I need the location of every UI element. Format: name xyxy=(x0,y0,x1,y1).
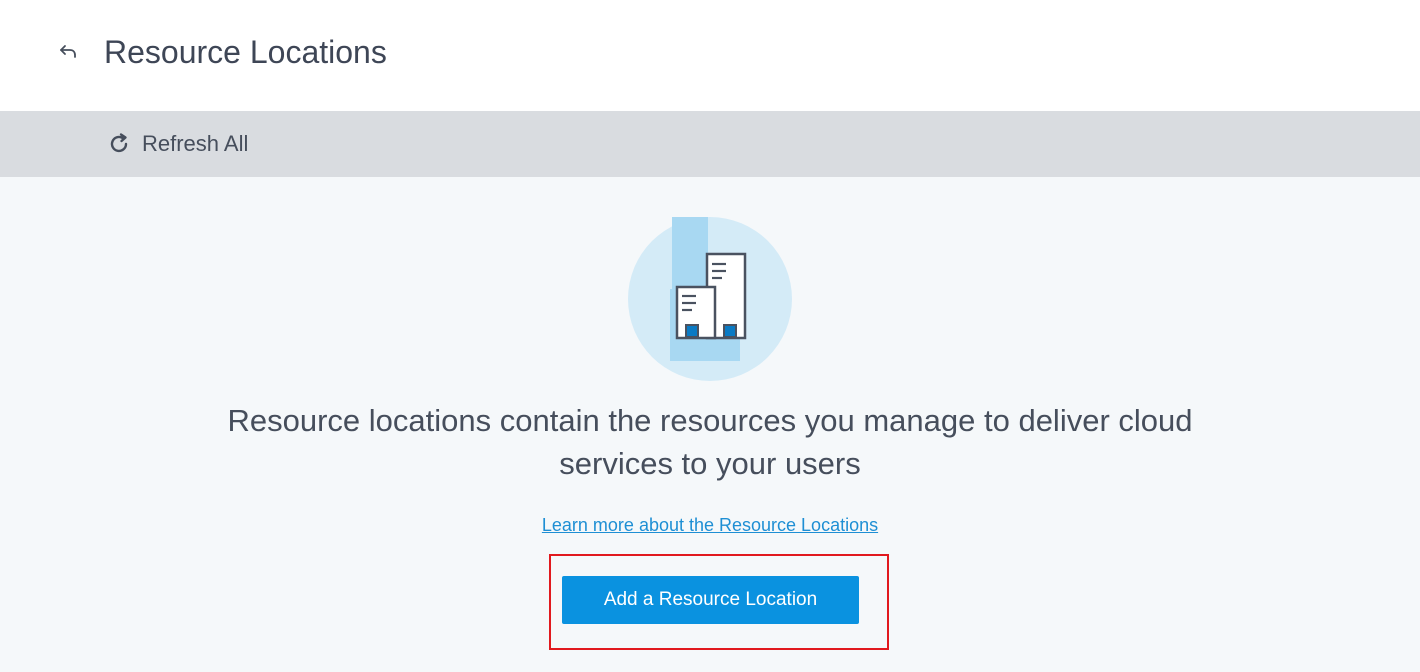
back-button[interactable] xyxy=(54,38,82,66)
page-title: Resource Locations xyxy=(104,34,387,70)
learn-more-container: Learn more about the Resource Locations xyxy=(0,513,1420,537)
empty-state: Resource locations contain the resources… xyxy=(0,177,1420,672)
buildings-icon xyxy=(670,217,747,361)
refresh-icon xyxy=(106,131,132,157)
empty-state-description: Resource locations contain the resources… xyxy=(227,403,1193,481)
buildings-illustration xyxy=(628,217,792,381)
add-resource-location-button[interactable]: Add a Resource Location xyxy=(562,576,859,624)
toolbar: Refresh All xyxy=(0,111,1420,177)
refresh-all-button[interactable]: Refresh All xyxy=(106,128,248,160)
refresh-all-label: Refresh All xyxy=(142,131,249,156)
page-header: Resource Locations xyxy=(0,0,1420,111)
back-arrow-icon xyxy=(60,45,76,58)
learn-more-link[interactable]: Learn more about the Resource Locations xyxy=(542,515,878,535)
